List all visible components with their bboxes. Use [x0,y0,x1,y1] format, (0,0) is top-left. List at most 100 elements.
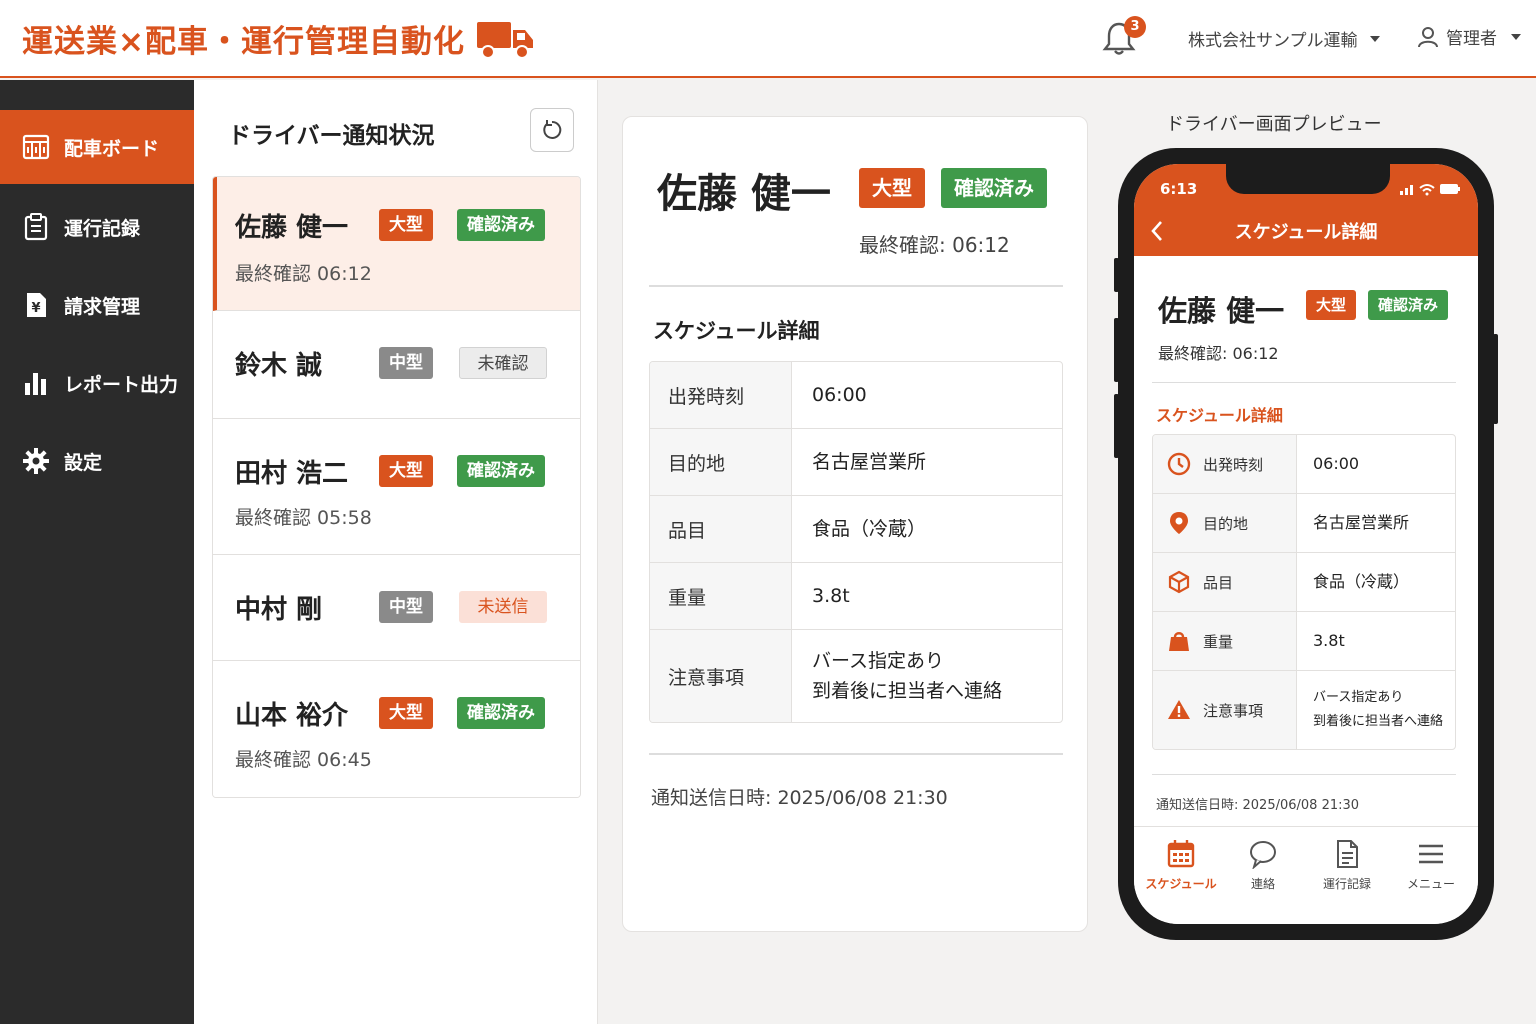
status-badge: 未確認 [459,347,547,379]
last-confirm-time: 最終確認 05:58 [235,507,372,529]
app-header: 運送業×配車・運行管理自動化 3 株式会社サンプル運輸 管理者 [0,0,1536,78]
phone-side-button [1114,318,1119,382]
row-value-text: 06:00 [1313,454,1360,473]
table-row: 注意事項 バース指定あり 到着後に担当者へ連絡 [650,630,1062,722]
company-selector[interactable]: 株式会社サンプル運輸 [1188,26,1380,51]
row-key: 目的地 [1153,494,1297,552]
phone-screen-title: スケジュール詳細 [1234,222,1378,243]
vehicle-size-badge: 大型 [859,168,925,208]
row-value-text: 食品（冷蔵） [1313,572,1410,591]
row-value: 食品（冷蔵） [1297,553,1455,611]
gear-icon [23,448,49,474]
row-value-text: 3.8t [812,585,850,607]
status-badge: 未送信 [459,591,547,623]
row-value-text: 06:00 [812,384,867,406]
row-key: 品目 [1153,553,1297,611]
status-bar-icons [1400,184,1460,196]
driver-card[interactable]: 田村 浩二 大型 確認済み 最終確認 05:58 [213,419,580,555]
vehicle-size-badge: 大型 [1306,290,1357,320]
sidebar-item-label: 請求管理 [64,295,141,318]
tab-schedule[interactable]: スケジュール [1138,839,1224,892]
bar-chart-icon [25,373,46,395]
row-key: 目的地 [650,429,792,495]
chat-bubble-icon [1250,841,1276,869]
vehicle-size-badge: 大型 [379,209,433,241]
tab-contact[interactable]: 連絡 [1220,839,1306,892]
phone-schedule-table: 出発時刻 06:00 目的地 名古屋営業所 品目 食品（冷蔵） 重量 3.8t … [1152,434,1456,750]
row-key-text: 重量 [1203,632,1234,651]
driver-name: 田村 浩二 [235,459,349,489]
phone-side-button [1114,258,1119,292]
driver-list: 佐藤 健一 大型 確認済み 最終確認 06:12 鈴木 誠 中型 未確認 田村 … [212,176,581,798]
status-badge: 確認済み [457,697,545,729]
tab-label: 連絡 [1250,877,1275,891]
sidebar-item-billing[interactable]: ¥ 請求管理 [0,268,194,342]
clipboard-icon [24,213,48,241]
row-key: 注意事項 [650,630,792,722]
vehicle-size-badge: 大型 [379,697,433,729]
brand[interactable]: 運送業×配車・運行管理自動化 [22,16,535,61]
vehicle-size-badge: 大型 [379,455,433,487]
table-row: 目的地 名古屋営業所 [1153,494,1455,553]
driver-card-selected[interactable]: 佐藤 健一 大型 確認済み 最終確認 06:12 [213,177,580,311]
driver-name: 山本 裕介 [235,701,349,731]
divider [1152,774,1456,775]
package-icon [1168,570,1190,594]
last-confirm-time: 最終確認 06:12 [235,263,372,285]
row-key: 注意事項 [1153,671,1297,749]
phone-notch [1226,164,1390,194]
driver-name: 佐藤 健一 [235,213,349,243]
phone-driver-name: 佐藤 健一 [1158,294,1285,328]
driver-card[interactable]: 鈴木 誠 中型 未確認 [213,311,580,419]
tab-operation-log[interactable]: 運行記録 [1304,839,1390,892]
sidebar: 配車ボード 運行記録 ¥ 請求管理 レポート出力 設定 [0,80,194,1024]
last-confirm-time: 最終確認: 06:12 [859,233,1010,257]
row-value: バース指定あり 到着後に担当者へ連絡 [792,630,1062,722]
notification-count-badge: 3 [1124,16,1146,38]
last-confirm-time: 最終確認 06:45 [235,749,372,771]
phone-side-button [1493,334,1498,424]
phone-clock: 6:13 [1160,180,1198,198]
driver-name: 中村 剛 [235,595,323,625]
preview-label: ドライバー画面プレビュー [1166,114,1382,135]
divider [1152,382,1456,383]
row-value-text: 3.8t [1313,631,1345,650]
sidebar-item-settings[interactable]: 設定 [0,424,194,498]
row-value-text: 到着後に担当者へ連絡 [812,680,1003,702]
status-badge: 確認済み [1368,290,1449,320]
company-name: 株式会社サンプル運輸 [1188,31,1358,51]
refresh-button[interactable] [530,108,574,152]
row-value: 3.8t [792,563,1062,629]
user-icon [1418,26,1438,47]
weight-icon [1169,632,1189,651]
row-value-text: バース指定あり [812,650,945,672]
user-menu[interactable]: 管理者 [1416,24,1521,49]
row-key: 重量 [650,563,792,629]
detail-driver-name: 佐藤 健一 [657,171,831,217]
row-value-text: 名古屋営業所 [1313,513,1410,532]
schedule-table: 出発時刻 06:00 目的地 名古屋営業所 品目 食品（冷蔵） 重量 3.8t … [649,361,1063,723]
row-key-text: 目的地 [1203,514,1249,533]
svg-text:¥: ¥ [31,301,40,316]
sidebar-item-label: 配車ボード [64,137,160,160]
tab-label: 運行記録 [1322,877,1371,891]
table-row: 重量 3.8t [1153,612,1455,671]
sidebar-item-dispatch-board[interactable]: 配車ボード [0,110,194,184]
sidebar-item-operation-log[interactable]: 運行記録 [0,190,194,264]
table-row: 目的地 名古屋営業所 [650,429,1062,496]
table-row: 出発時刻 06:00 [1153,435,1455,494]
driver-detail-card: 佐藤 健一 大型 確認済み 最終確認: 06:12 スケジュール詳細 出発時刻 … [622,116,1088,932]
row-key-text: 品目 [1203,573,1234,592]
tab-menu[interactable]: メニュー [1388,839,1474,892]
row-value: 名古屋営業所 [1297,494,1455,552]
sidebar-item-label: 運行記録 [64,217,141,240]
vehicle-size-badge: 中型 [379,347,433,379]
warning-icon [1168,700,1190,719]
driver-card[interactable]: 山本 裕介 大型 確認済み 最終確認 06:45 [213,661,580,797]
driver-card[interactable]: 中村 剛 中型 未送信 [213,555,580,661]
row-key: 重量 [1153,612,1297,670]
status-badge: 確認済み [457,209,545,241]
sidebar-item-report[interactable]: レポート出力 [0,346,194,420]
vehicle-size-badge: 中型 [379,591,433,623]
document-icon [1337,840,1358,868]
